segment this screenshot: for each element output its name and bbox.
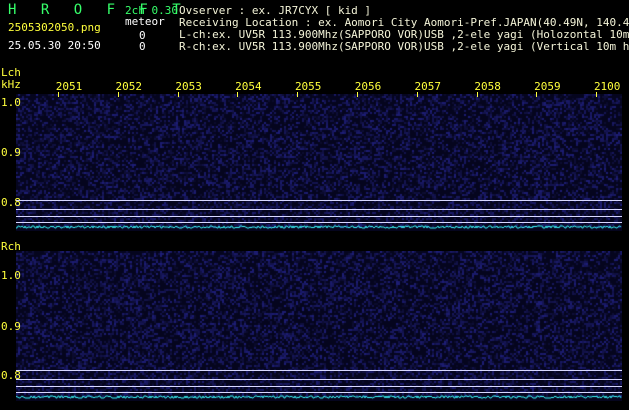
event-label: meteor xyxy=(125,15,165,28)
time-tick-mark xyxy=(357,92,358,97)
hroft-window: H R O F F T 2ch 0.30 2505302050.png mete… xyxy=(0,0,629,410)
lch-info-line: L-ch:ex. UV5R 113.900Mhz(SAPPORO VOR)USB… xyxy=(179,28,629,41)
lch-y-label-0-8: 0.8 xyxy=(1,196,21,209)
time-tick-label: 2052 xyxy=(115,80,143,93)
lch-marker-line xyxy=(16,200,622,201)
lch-y-label-1-0: 1.0 xyxy=(1,96,21,109)
time-tick-mark xyxy=(297,92,299,97)
time-tick-mark xyxy=(117,92,119,97)
time-tick-label: 2057 xyxy=(414,80,442,93)
rch-marker-line xyxy=(16,386,622,387)
time-tick-mark xyxy=(416,92,418,97)
time-tick-label: 2058 xyxy=(474,80,501,93)
time-tick-label: 2054 xyxy=(235,80,262,93)
datetime-label: 25.05.30 20:50 xyxy=(8,39,101,52)
lch-y-label-0-9: 0.9 xyxy=(1,146,21,159)
time-tick-label: 2056 xyxy=(354,80,382,93)
observer-line: Ovserver : ex. JR7CYX [ kid ] xyxy=(179,4,372,17)
lch-marker-line xyxy=(16,216,622,217)
count-bottom: 0 xyxy=(139,40,146,53)
location-line: Receiving Location : ex. Aomori City Aom… xyxy=(179,16,629,29)
lch-marker-line xyxy=(16,209,622,210)
rch-marker-line xyxy=(16,370,622,371)
rch-y-label-1-0: 1.0 xyxy=(1,269,21,282)
time-tick-mark xyxy=(476,92,478,97)
rch-y-label-0-9: 0.9 xyxy=(1,320,21,333)
time-tick-mark xyxy=(596,92,598,97)
rch-info-line: R-ch:ex. UV5R 113.900Mhz(SAPPORO VOR)USB… xyxy=(179,40,629,53)
time-tick-mark xyxy=(58,92,59,97)
time-tick-mark xyxy=(536,92,538,97)
lch-unit-label: kHz xyxy=(1,78,21,91)
time-tick-label: 2059 xyxy=(534,80,561,93)
filename-label: 2505302050.png xyxy=(8,21,101,34)
time-tick-label: 2100 xyxy=(593,80,621,93)
time-tick-label: 2055 xyxy=(294,80,322,93)
time-tick-mark xyxy=(237,92,239,97)
time-tick-label: 2051 xyxy=(55,80,83,93)
lch-spectrogram xyxy=(16,94,622,231)
time-tick-label: 2053 xyxy=(175,80,202,93)
time-tick-mark xyxy=(177,92,179,97)
lch-marker-line xyxy=(16,222,622,223)
rch-marker-line xyxy=(16,379,622,380)
rch-marker-line xyxy=(16,392,622,393)
